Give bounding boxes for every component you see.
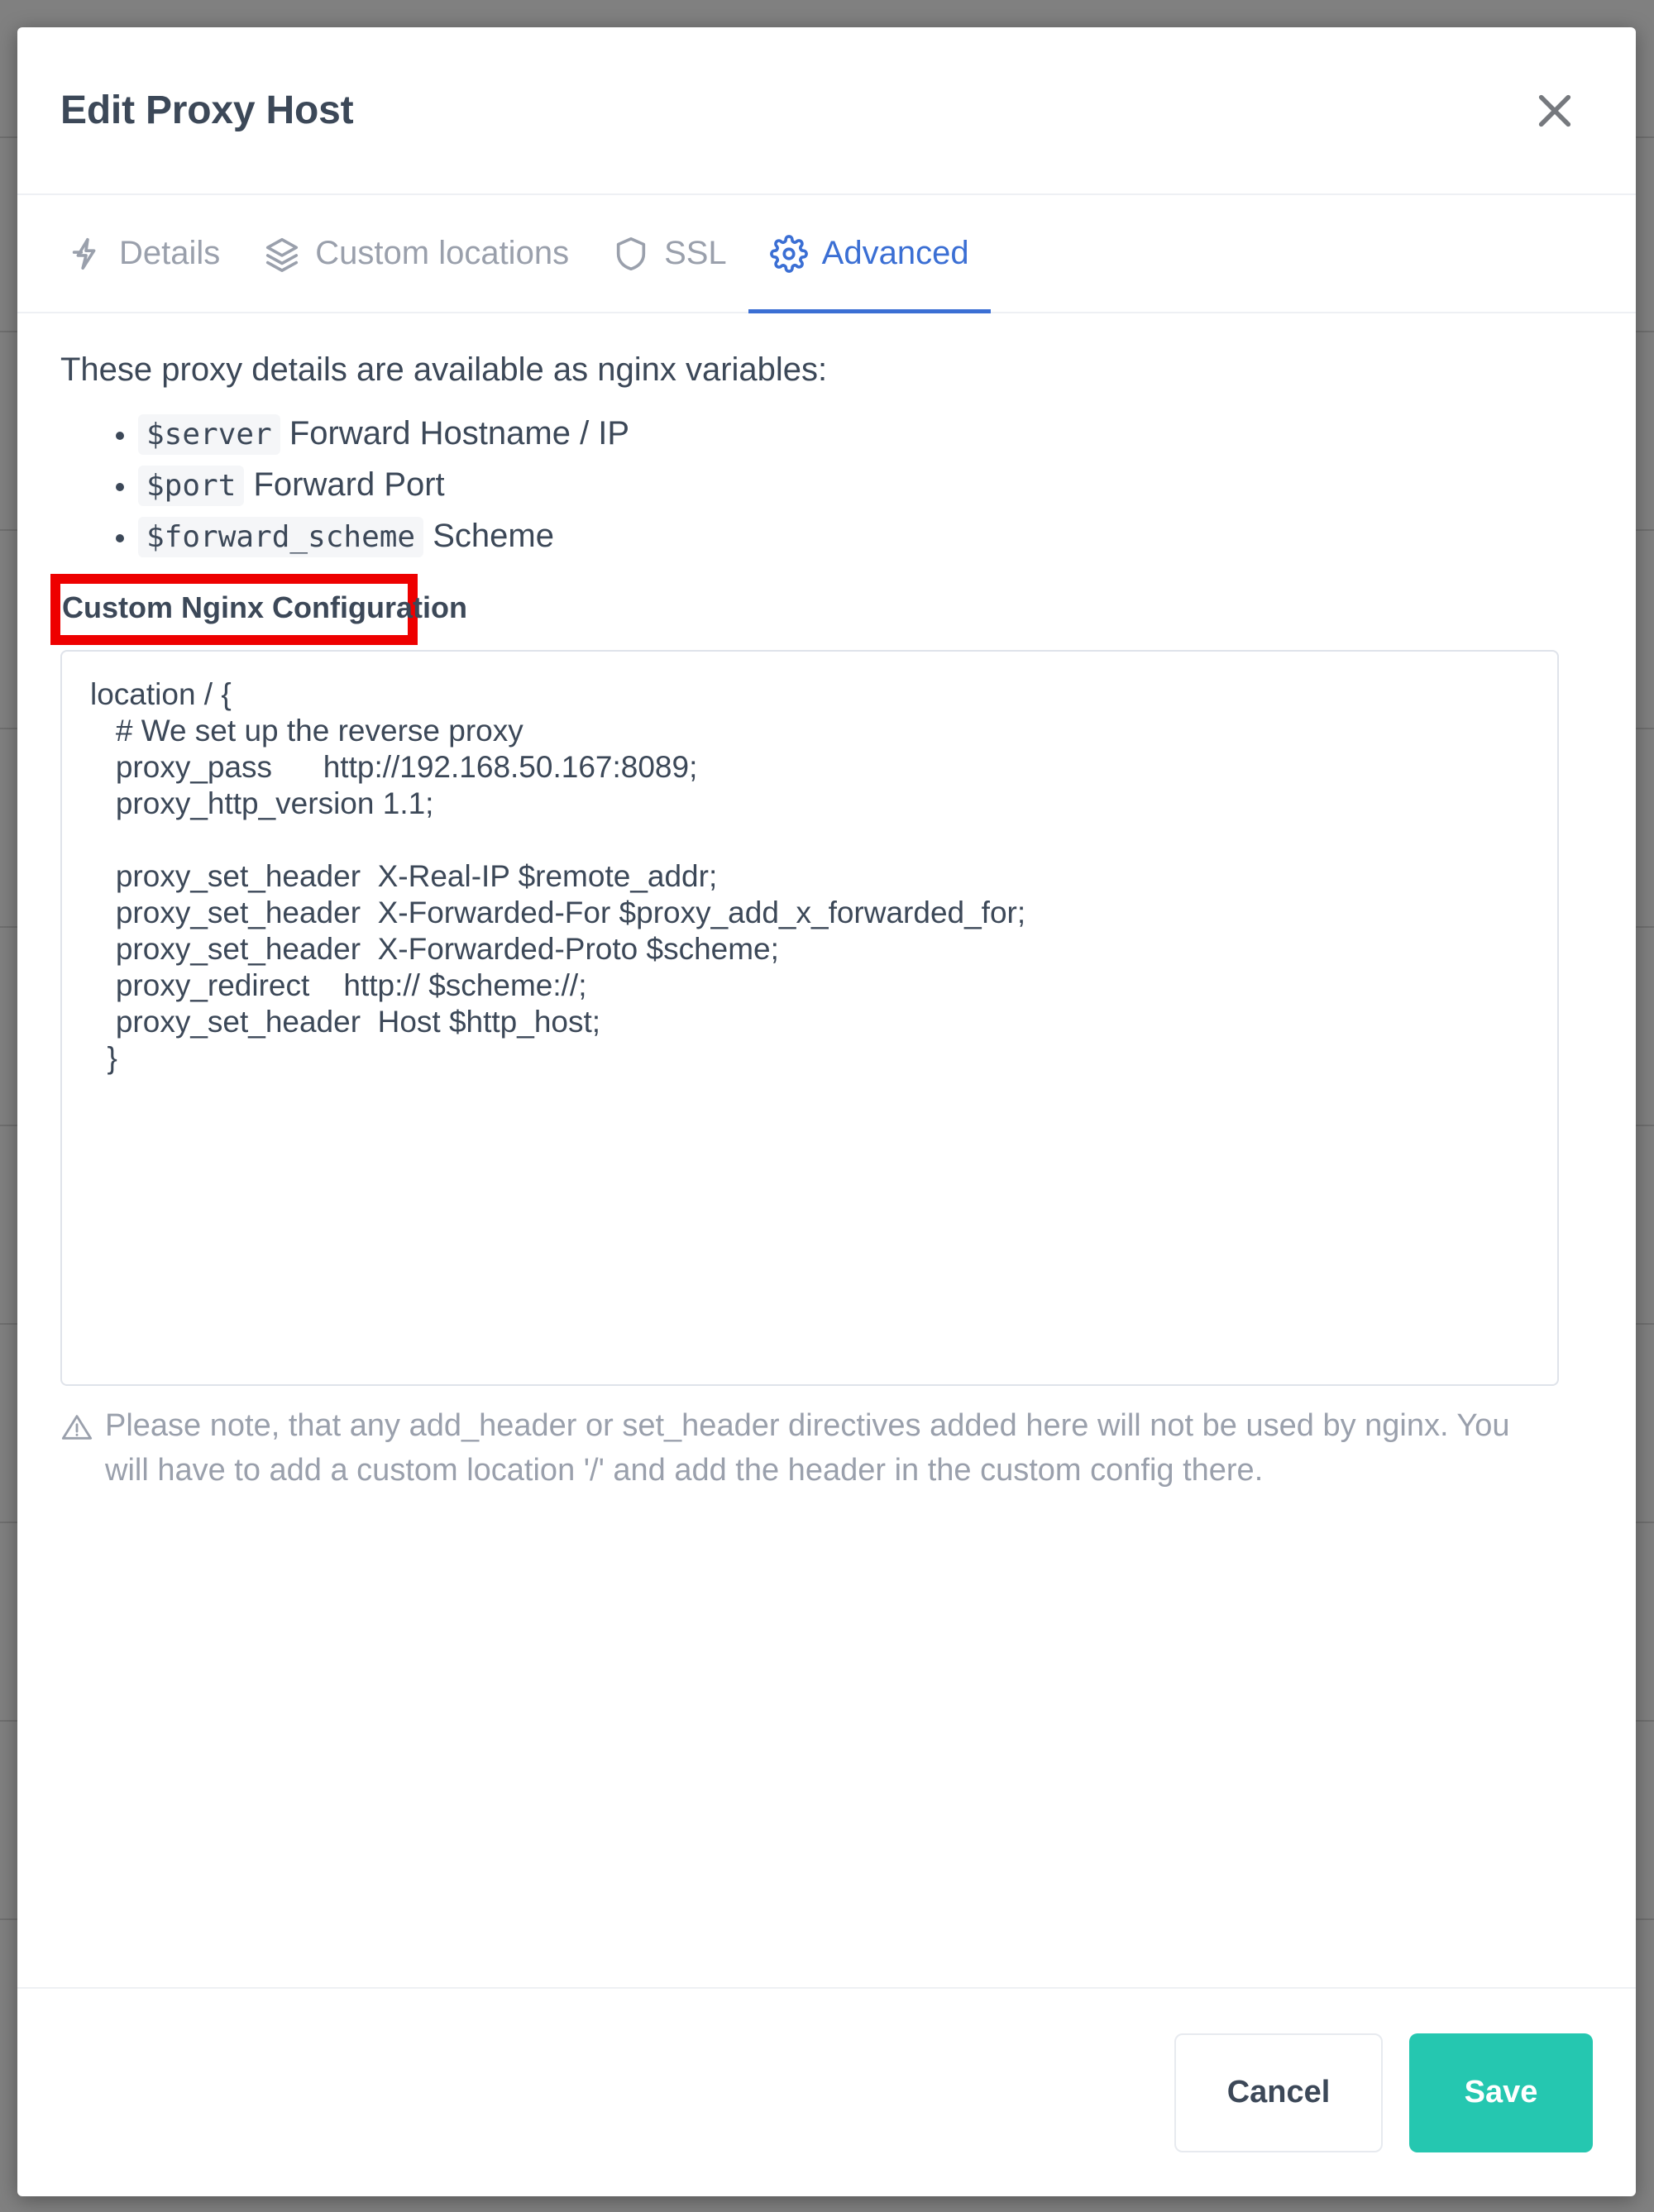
list-item: $server Forward Hostname / IP xyxy=(138,412,1593,455)
edit-proxy-host-dialog: Edit Proxy Host Details Custom locations… xyxy=(17,27,1636,2196)
list-item: $port Forward Port xyxy=(138,463,1593,506)
close-button[interactable] xyxy=(1528,84,1581,137)
tab-custom-locations-label: Custom locations xyxy=(315,235,570,271)
layers-stack-icon xyxy=(263,235,301,273)
custom-nginx-config-textarea[interactable] xyxy=(60,650,1559,1386)
tab-advanced-label: Advanced xyxy=(821,235,969,271)
dialog-footer: Cancel Save xyxy=(17,1987,1636,2196)
tab-details[interactable]: Details xyxy=(45,195,241,312)
page-title: Edit Proxy Host xyxy=(60,88,354,132)
intro-text: These proxy details are available as ngi… xyxy=(60,351,828,388)
tab-custom-locations[interactable]: Custom locations xyxy=(241,195,590,312)
custom-nginx-config-heading-group: Custom Nginx Configuration xyxy=(50,574,469,645)
lightning-bolt-icon xyxy=(67,235,105,273)
note-text: Please note, that any add_header or set_… xyxy=(105,1408,1510,1488)
save-button[interactable]: Save xyxy=(1409,2033,1593,2152)
tab-ssl[interactable]: SSL xyxy=(590,195,748,312)
dialog-header: Edit Proxy Host xyxy=(17,27,1636,195)
list-item: $forward_scheme Scheme xyxy=(138,514,1593,557)
tab-details-label: Details xyxy=(119,235,221,271)
shield-icon xyxy=(612,235,650,273)
gear-icon xyxy=(769,234,808,273)
nginx-header-note: Please note, that any add_header or set_… xyxy=(60,1404,1549,1493)
variable-code: $server xyxy=(138,414,280,455)
variable-description: Forward Port xyxy=(253,466,445,503)
custom-nginx-config-label: Custom Nginx Configuration xyxy=(62,590,467,624)
dialog-tabs: Details Custom locations SSL Advanced xyxy=(17,195,1636,313)
tab-advanced[interactable]: Advanced xyxy=(748,195,991,313)
tab-ssl-label: SSL xyxy=(664,235,727,271)
variable-description: Forward Hostname / IP xyxy=(289,415,630,451)
close-icon xyxy=(1538,94,1571,127)
variable-code: $forward_scheme xyxy=(138,517,424,557)
cancel-button[interactable]: Cancel xyxy=(1174,2033,1383,2152)
nginx-variables-list: $server Forward Hostname / IP $port Forw… xyxy=(98,412,1593,557)
warning-triangle-icon xyxy=(60,1404,93,1493)
advanced-tab-panel: These proxy details are available as ngi… xyxy=(17,313,1636,1987)
variable-code: $port xyxy=(138,466,245,506)
variable-description: Scheme xyxy=(433,518,554,554)
